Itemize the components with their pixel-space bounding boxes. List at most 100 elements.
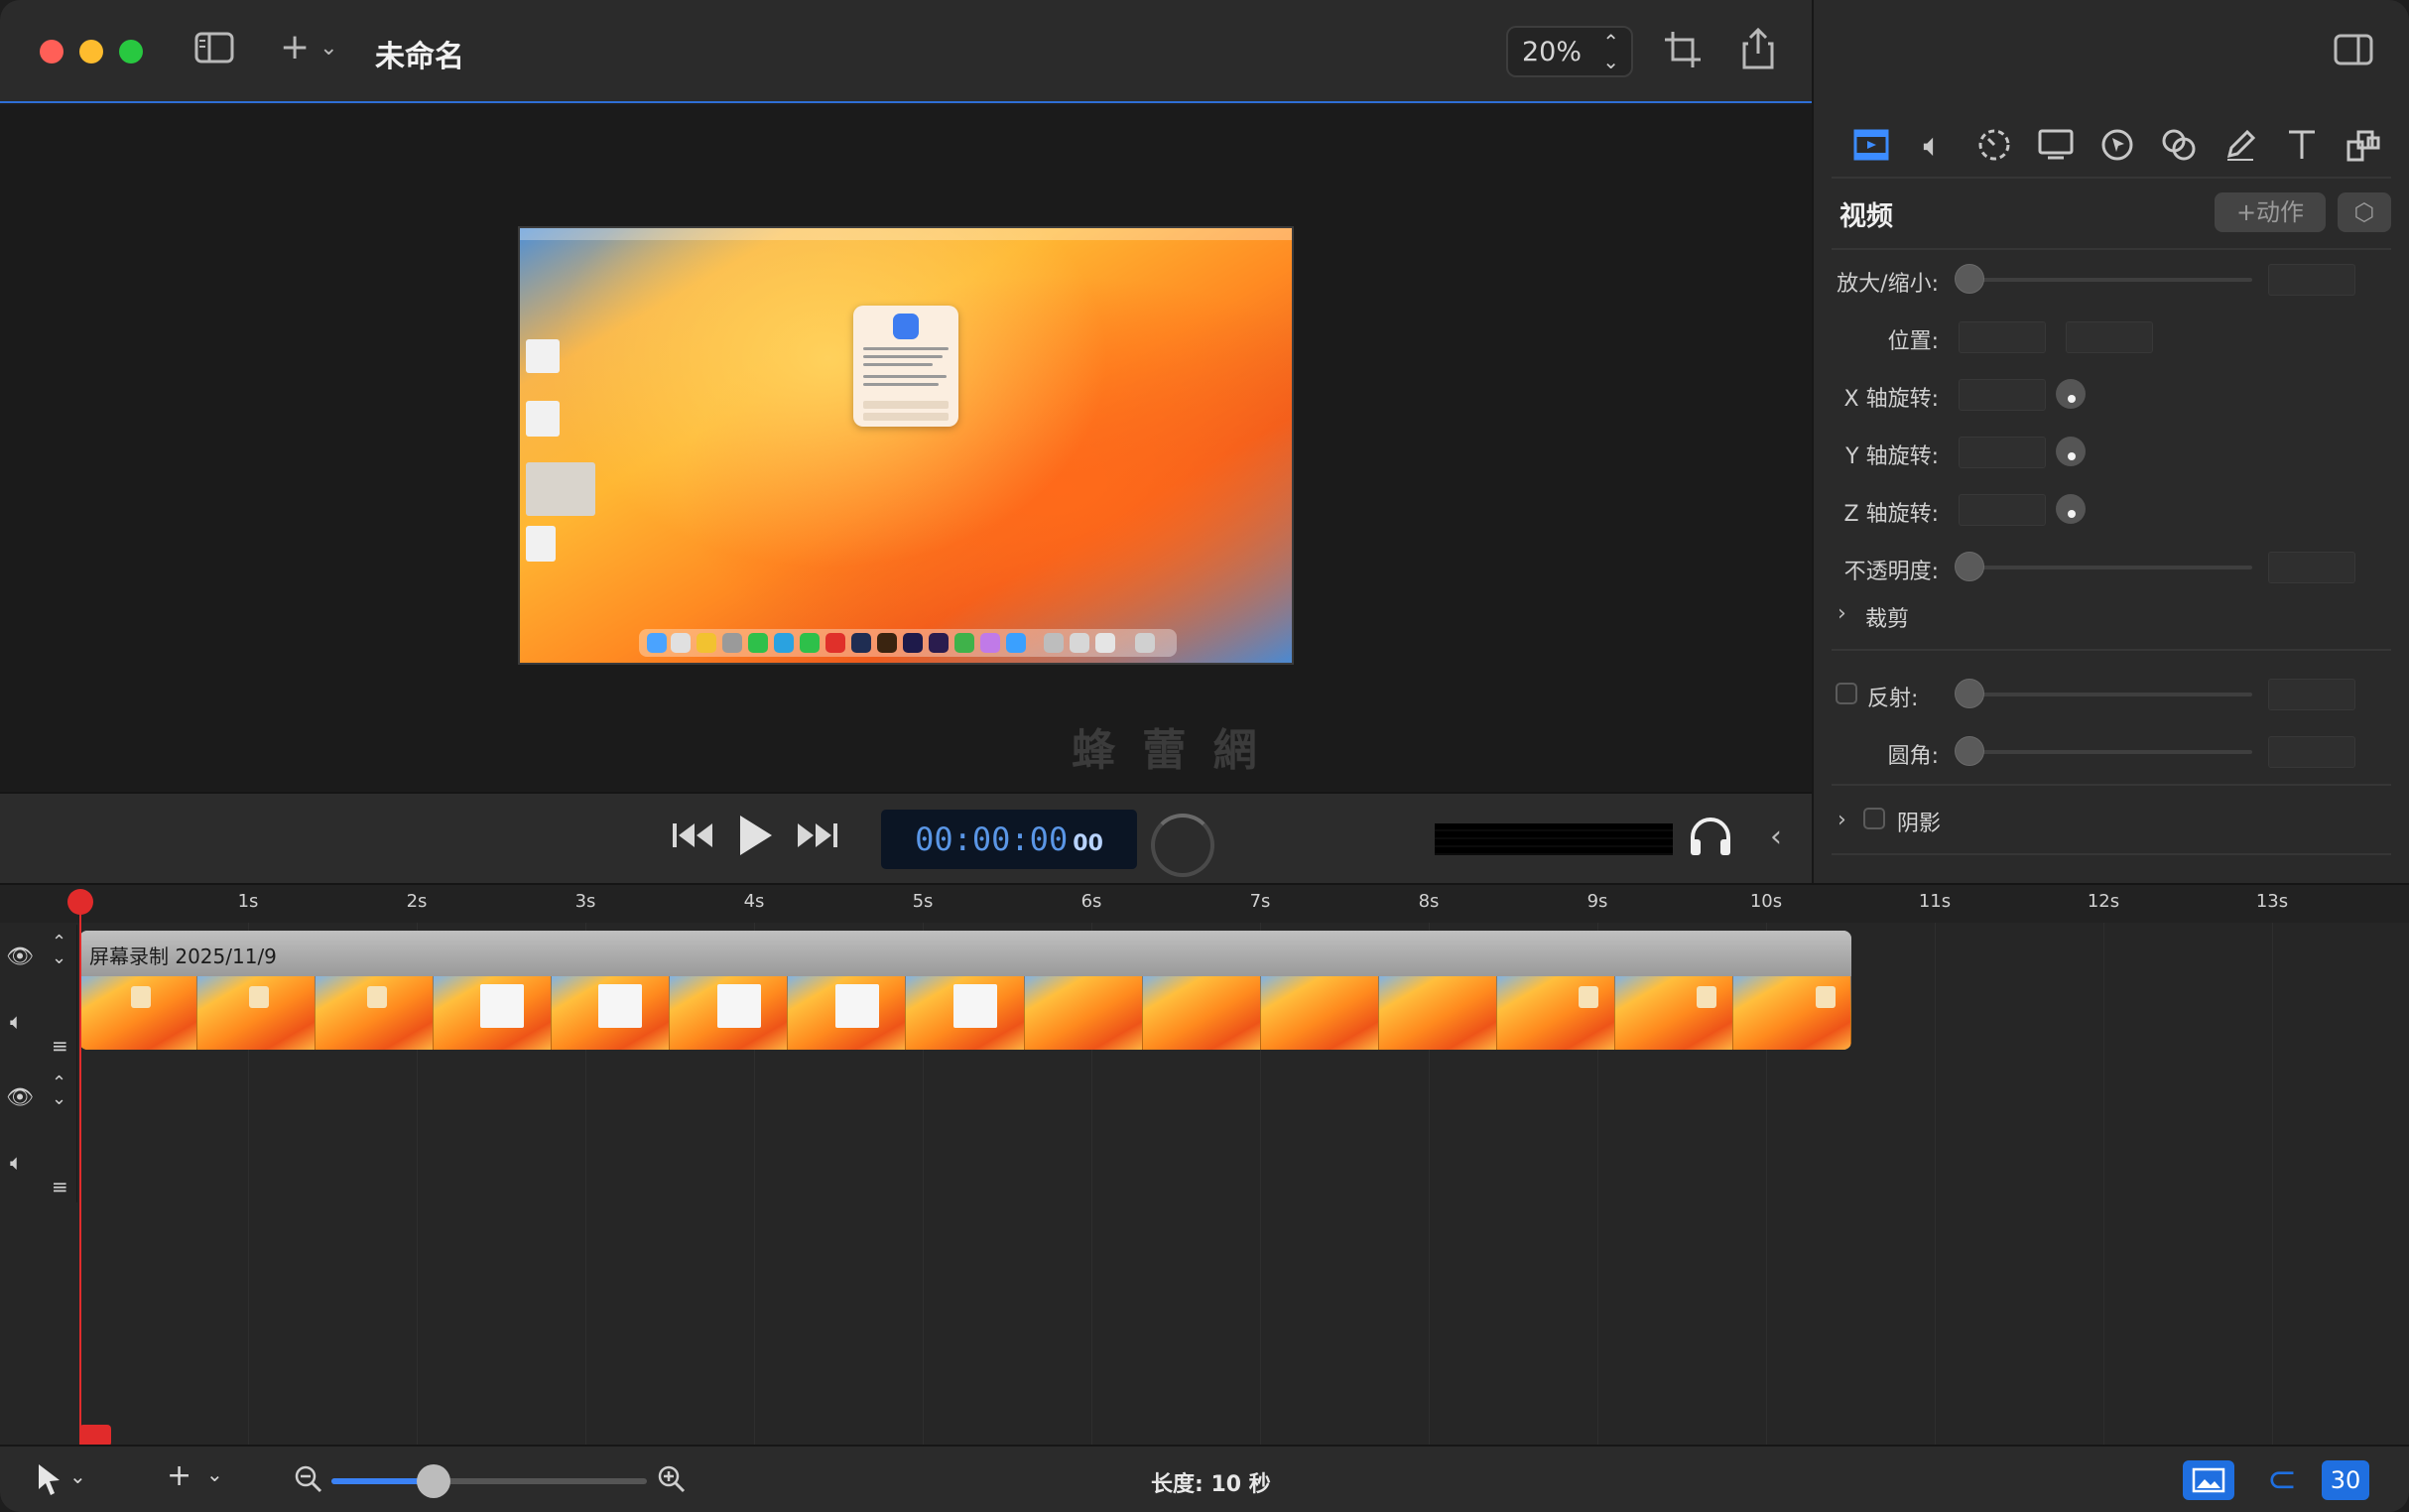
speaker-icon[interactable]: 🔈︎ — [10, 1151, 23, 1176]
position-x-field[interactable] — [1959, 321, 2046, 353]
zoom-button[interactable] — [119, 40, 143, 63]
tab-effects[interactable] — [2151, 117, 2207, 173]
speaker-icon[interactable]: 🔈︎ — [10, 1010, 23, 1035]
clip-frame — [1142, 976, 1261, 1050]
chevron-down-icon: ⌄ — [206, 1462, 223, 1486]
z-rotation-dial[interactable] — [2056, 494, 2086, 524]
tab-screen[interactable] — [2028, 117, 2084, 173]
pointer-tool-button[interactable]: ⌄ — [36, 1462, 86, 1504]
reflection-field[interactable] — [2268, 679, 2355, 710]
tab-audio[interactable]: 🔈︎ — [1905, 117, 1961, 173]
ruler-label: 5s — [912, 891, 934, 912]
playhead[interactable] — [79, 897, 81, 1445]
reorder-icon[interactable]: ⌃ ⌄ — [52, 934, 66, 967]
tab-cursor[interactable] — [2090, 117, 2145, 173]
tab-layout[interactable] — [2336, 117, 2391, 173]
scale-slider[interactable] — [1968, 278, 2252, 282]
corner-radius-slider[interactable] — [1968, 750, 2252, 754]
reflection-checkbox[interactable] — [1836, 683, 1857, 704]
inspector-tabs: 🔈︎ — [1814, 117, 2409, 177]
add-action-button[interactable]: +动作 — [2215, 192, 2326, 232]
chevron-right-icon[interactable]: › — [1838, 808, 1846, 832]
divider — [1832, 784, 2391, 786]
play-icon[interactable] — [736, 812, 776, 868]
scale-slider-knob[interactable] — [1955, 264, 1984, 294]
crop-icon[interactable] — [1663, 30, 1703, 76]
timecode-value: 00:00:00 — [915, 820, 1069, 858]
clip-frame — [552, 976, 671, 1050]
preview-canvas[interactable] — [518, 226, 1294, 665]
scale-field[interactable] — [2268, 264, 2355, 296]
zoom-in-icon[interactable] — [657, 1464, 687, 1502]
tab-annotation[interactable] — [2213, 117, 2268, 173]
share-icon[interactable] — [1740, 27, 1776, 76]
divider — [1832, 248, 2391, 250]
playhead-bottom-handle[interactable] — [79, 1425, 111, 1447]
reorder-icon[interactable]: ⌃ ⌄ — [52, 1074, 66, 1108]
skip-forward-icon[interactable] — [794, 816, 839, 864]
image-button[interactable] — [2183, 1460, 2234, 1500]
frame-detail — [249, 986, 269, 1008]
zoom-out-icon[interactable] — [294, 1464, 323, 1502]
inspector-header — [1814, 0, 2409, 103]
y-rotation-dial[interactable] — [2056, 437, 2086, 466]
sidebar-toggle-icon[interactable] — [194, 32, 234, 70]
dock-app — [1006, 633, 1026, 653]
pointer-icon — [39, 1464, 60, 1495]
opacity-slider-knob[interactable] — [1955, 552, 1984, 581]
clip-frame — [788, 976, 907, 1050]
opacity-slider[interactable] — [1968, 566, 2252, 569]
plus-icon: + — [280, 27, 311, 67]
eye-icon[interactable]: 👁︎ — [6, 945, 34, 969]
track-header: 👁︎ ⌃ ⌄ 🔈︎ ≡ — [0, 925, 77, 1064]
timeline: 1s 2s 3s 4s 5s 6s 7s 8s 9s 10s 11s 12s 1… — [0, 883, 2409, 1447]
magnet-snap-icon[interactable]: ⊂ — [2260, 1460, 2304, 1500]
tab-text[interactable] — [2274, 117, 2330, 173]
opacity-field[interactable] — [2268, 552, 2355, 583]
reflection-slider[interactable] — [1968, 693, 2252, 696]
inspector-heading: 视频 — [1839, 201, 1893, 232]
x-rotation-dial[interactable] — [2056, 379, 2086, 409]
corner-radius-field[interactable] — [2268, 736, 2355, 768]
fps-badge[interactable]: 30 — [2322, 1460, 2369, 1500]
time-ruler[interactable]: 1s 2s 3s 4s 5s 6s 7s 8s 9s 10s 11s 12s 1… — [0, 885, 2409, 923]
chevron-right-icon[interactable]: › — [1838, 601, 1846, 626]
shadow-checkbox[interactable] — [1863, 808, 1885, 829]
add-track-button[interactable]: + ⌄ — [167, 1458, 223, 1493]
corner-radius-slider-knob[interactable] — [1955, 736, 1984, 766]
headphones-icon[interactable] — [1689, 816, 1732, 865]
skip-back-icon[interactable] — [671, 816, 716, 864]
position-y-field[interactable] — [2066, 321, 2153, 353]
tab-video[interactable] — [1843, 117, 1899, 173]
desktop-item — [526, 339, 560, 373]
menu-icon[interactable]: ≡ — [52, 1034, 68, 1058]
reflection-slider-knob[interactable] — [1955, 679, 1984, 708]
x-rotation-field[interactable] — [1959, 379, 2046, 411]
close-button[interactable] — [40, 40, 63, 63]
chevron-left-icon[interactable]: ‹ — [1770, 819, 1782, 854]
3d-box-button[interactable]: ⬡ — [2338, 192, 2391, 232]
plus-icon: + — [167, 1458, 192, 1493]
timeline-zoom-slider[interactable] — [331, 1478, 647, 1484]
inspector-toggle-icon[interactable] — [2334, 34, 2373, 72]
eye-icon[interactable]: 👁︎ — [6, 1085, 34, 1110]
timecode-display: 00:00:00 00 — [881, 810, 1137, 869]
playhead-handle[interactable] — [67, 889, 93, 915]
chevron-down-icon: ⌄ — [69, 1464, 86, 1488]
menubar-thumbnail — [520, 228, 1292, 240]
y-rotation-field[interactable] — [1959, 437, 2046, 468]
tab-speed[interactable] — [1966, 117, 2022, 173]
clip-frame — [1732, 976, 1851, 1050]
clip-frame — [197, 976, 317, 1050]
zoom-stepper[interactable]: 20% ⌃ ⌄ — [1506, 26, 1633, 77]
menu-icon[interactable]: ≡ — [52, 1175, 68, 1198]
z-rotation-field[interactable] — [1959, 494, 2046, 526]
text-line — [863, 375, 947, 378]
minimize-button[interactable] — [79, 40, 103, 63]
add-media-button[interactable]: + ⌄ — [280, 30, 338, 65]
crop-section-label[interactable]: 裁剪 — [1865, 601, 1909, 633]
video-clip[interactable]: 屏幕录制 2025/11/9 — [79, 931, 1851, 1050]
timeline-zoom-knob[interactable] — [417, 1464, 450, 1498]
rendering-spinner-icon — [1151, 814, 1214, 877]
dock-app — [671, 633, 691, 653]
